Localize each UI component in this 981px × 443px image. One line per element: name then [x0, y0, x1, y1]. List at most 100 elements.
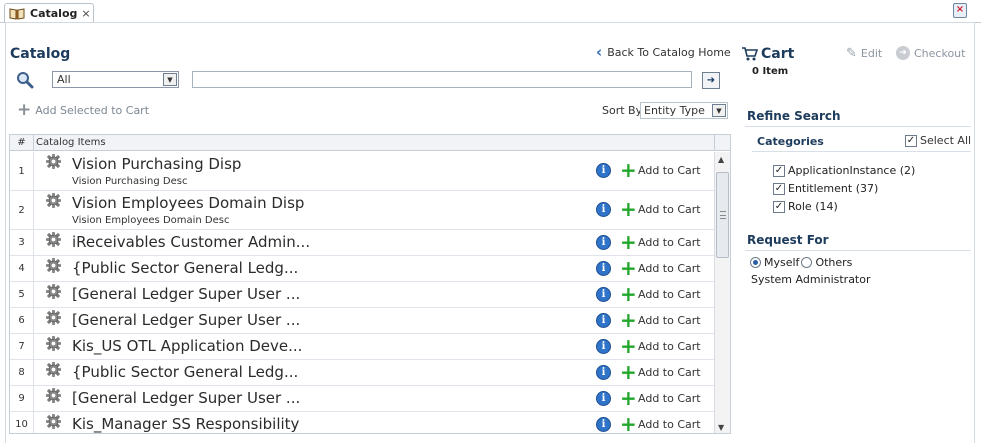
table-row[interactable]: 10 Kis_Manager SS Responsibility i + Add…: [10, 412, 714, 433]
info-icon[interactable]: i: [596, 287, 611, 302]
gear-icon: [46, 154, 61, 169]
grip-icon: [720, 211, 726, 219]
add-plus-icon[interactable]: +: [620, 414, 637, 433]
info-icon[interactable]: i: [596, 235, 611, 250]
radio-others[interactable]: [801, 257, 813, 268]
table-row[interactable]: 2 Vision Employees Domain Disp Vision Em…: [10, 191, 714, 230]
category-application-instance[interactable]: ✓ ApplicationInstance (2): [773, 164, 915, 177]
catalog-item-name[interactable]: [General Ledger Super User ...: [72, 389, 300, 407]
table-row[interactable]: 1 Vision Purchasing Disp Vision Purchasi…: [10, 152, 714, 191]
tab-label: Catalog: [30, 7, 78, 20]
sort-by-select[interactable]: Entity Type ▼: [640, 102, 728, 119]
row-number: 6: [10, 308, 34, 333]
category-entitlement[interactable]: ✓ Entitlement (37): [773, 182, 878, 195]
chevron-down-icon[interactable]: ▼: [712, 104, 726, 117]
gear-icon: [46, 362, 61, 377]
table-row[interactable]: 7 Kis_US OTL Application Deve... i + Add…: [10, 334, 714, 360]
add-plus-icon[interactable]: +: [620, 284, 637, 304]
info-icon[interactable]: i: [596, 313, 611, 328]
catalog-item-name[interactable]: {Public Sector General Ledg...: [72, 363, 298, 381]
request-for-radio-group: Myself Others: [750, 256, 852, 269]
table-header: # Catalog Items: [10, 135, 730, 151]
chevron-left-icon: ‹: [596, 43, 603, 61]
add-selected-to-cart-button[interactable]: + Add Selected to Cart: [17, 100, 149, 120]
table-row[interactable]: 8 {Public Sector General Ledg... i + Add…: [10, 360, 714, 386]
add-to-cart-link[interactable]: Add to Cart: [638, 164, 701, 177]
plus-icon: +: [17, 100, 32, 120]
table-row[interactable]: 4 {Public Sector General Ledg... i + Add…: [10, 256, 714, 282]
add-plus-icon[interactable]: +: [620, 232, 637, 252]
info-icon[interactable]: i: [596, 163, 611, 178]
edit-cart-button[interactable]: ✎ Edit: [846, 46, 882, 61]
catalog-item-name[interactable]: Vision Purchasing Disp: [72, 155, 241, 173]
add-plus-icon[interactable]: +: [620, 336, 637, 356]
add-plus-icon[interactable]: +: [620, 388, 637, 408]
add-to-cart-link[interactable]: Add to Cart: [638, 262, 701, 275]
add-plus-icon[interactable]: +: [620, 310, 637, 330]
gear-icon: [46, 193, 61, 208]
add-to-cart-link[interactable]: Add to Cart: [638, 236, 701, 249]
add-to-cart-link[interactable]: Add to Cart: [638, 366, 701, 379]
catalog-item-name[interactable]: Vision Employees Domain Disp: [72, 194, 304, 212]
tab-catalog[interactable]: Catalog ×: [4, 3, 94, 23]
scroll-thumb[interactable]: [716, 172, 729, 258]
checkbox-checked-icon[interactable]: ✓: [773, 164, 785, 177]
table-row[interactable]: 3 iReceivables Customer Admin... i + Add…: [10, 230, 714, 256]
info-icon[interactable]: i: [596, 339, 611, 354]
cart-item-count: 0 Item: [752, 66, 789, 77]
column-header-catalog-items[interactable]: Catalog Items: [36, 135, 106, 150]
checkbox-checked-icon[interactable]: ✓: [905, 134, 917, 147]
catalog-item-name[interactable]: Kis_Manager SS Responsibility: [72, 415, 299, 433]
scroll-down-icon[interactable]: ▼: [718, 423, 724, 432]
info-icon[interactable]: i: [596, 417, 611, 432]
scroll-up-icon[interactable]: ▲: [718, 155, 724, 164]
table-row[interactable]: 5 [General Ledger Super User ... i + Add…: [10, 282, 714, 308]
vertical-scrollbar[interactable]: ▲ ▼: [714, 152, 730, 433]
row-number: 3: [10, 230, 34, 255]
search-go-button[interactable]: ➜: [702, 72, 720, 89]
close-window-icon[interactable]: ×: [953, 3, 967, 18]
table-row[interactable]: 6 [General Ledger Super User ... i + Add…: [10, 308, 714, 334]
search-icon[interactable]: [16, 71, 34, 89]
add-plus-icon[interactable]: +: [620, 362, 637, 382]
pencil-icon: ✎: [846, 46, 857, 61]
gear-icon: [46, 284, 61, 299]
checkout-button[interactable]: ➜ Checkout: [896, 46, 965, 60]
close-tab-icon[interactable]: ×: [81, 7, 90, 20]
info-icon[interactable]: i: [596, 202, 611, 217]
radio-myself[interactable]: [750, 257, 761, 268]
edit-label: Edit: [860, 47, 883, 60]
chevron-down-icon[interactable]: ▼: [163, 73, 177, 86]
catalog-item-name[interactable]: iReceivables Customer Admin...: [72, 233, 310, 251]
search-input[interactable]: [192, 71, 692, 88]
info-icon[interactable]: i: [596, 365, 611, 380]
info-icon[interactable]: i: [596, 391, 611, 406]
select-all-checkbox[interactable]: ✓ Select All: [905, 134, 971, 147]
tab-strip: Catalog × ×: [0, 0, 981, 23]
checkbox-checked-icon[interactable]: ✓: [773, 182, 785, 195]
add-to-cart-link[interactable]: Add to Cart: [638, 392, 701, 405]
info-icon[interactable]: i: [596, 261, 611, 276]
add-to-cart-link[interactable]: Add to Cart: [638, 418, 701, 431]
add-to-cart-link[interactable]: Add to Cart: [638, 314, 701, 327]
checkout-label: Checkout: [914, 46, 966, 60]
row-number: 8: [10, 360, 34, 385]
requesting-user-name: System Administrator: [751, 273, 871, 286]
checkbox-checked-icon[interactable]: ✓: [773, 200, 785, 213]
category-role[interactable]: ✓ Role (14): [773, 200, 838, 213]
add-plus-icon[interactable]: +: [620, 160, 637, 180]
add-plus-icon[interactable]: +: [620, 258, 637, 278]
catalog-item-name[interactable]: [General Ledger Super User ...: [72, 311, 300, 329]
add-to-cart-link[interactable]: Add to Cart: [638, 288, 701, 301]
back-to-catalog-home-link[interactable]: ‹ Back To Catalog Home: [596, 43, 731, 61]
catalog-item-name[interactable]: {Public Sector General Ledg...: [72, 259, 298, 277]
catalog-item-name[interactable]: [General Ledger Super User ...: [72, 285, 300, 303]
search-scope-select[interactable]: All ▼: [52, 71, 179, 88]
gear-icon: [46, 336, 61, 351]
catalog-item-name[interactable]: Kis_US OTL Application Deve...: [72, 337, 302, 355]
row-number: 9: [10, 386, 34, 411]
table-row[interactable]: 9 [General Ledger Super User ... i + Add…: [10, 386, 714, 412]
add-to-cart-link[interactable]: Add to Cart: [638, 340, 701, 353]
add-to-cart-link[interactable]: Add to Cart: [638, 203, 701, 216]
add-plus-icon[interactable]: +: [620, 199, 637, 219]
